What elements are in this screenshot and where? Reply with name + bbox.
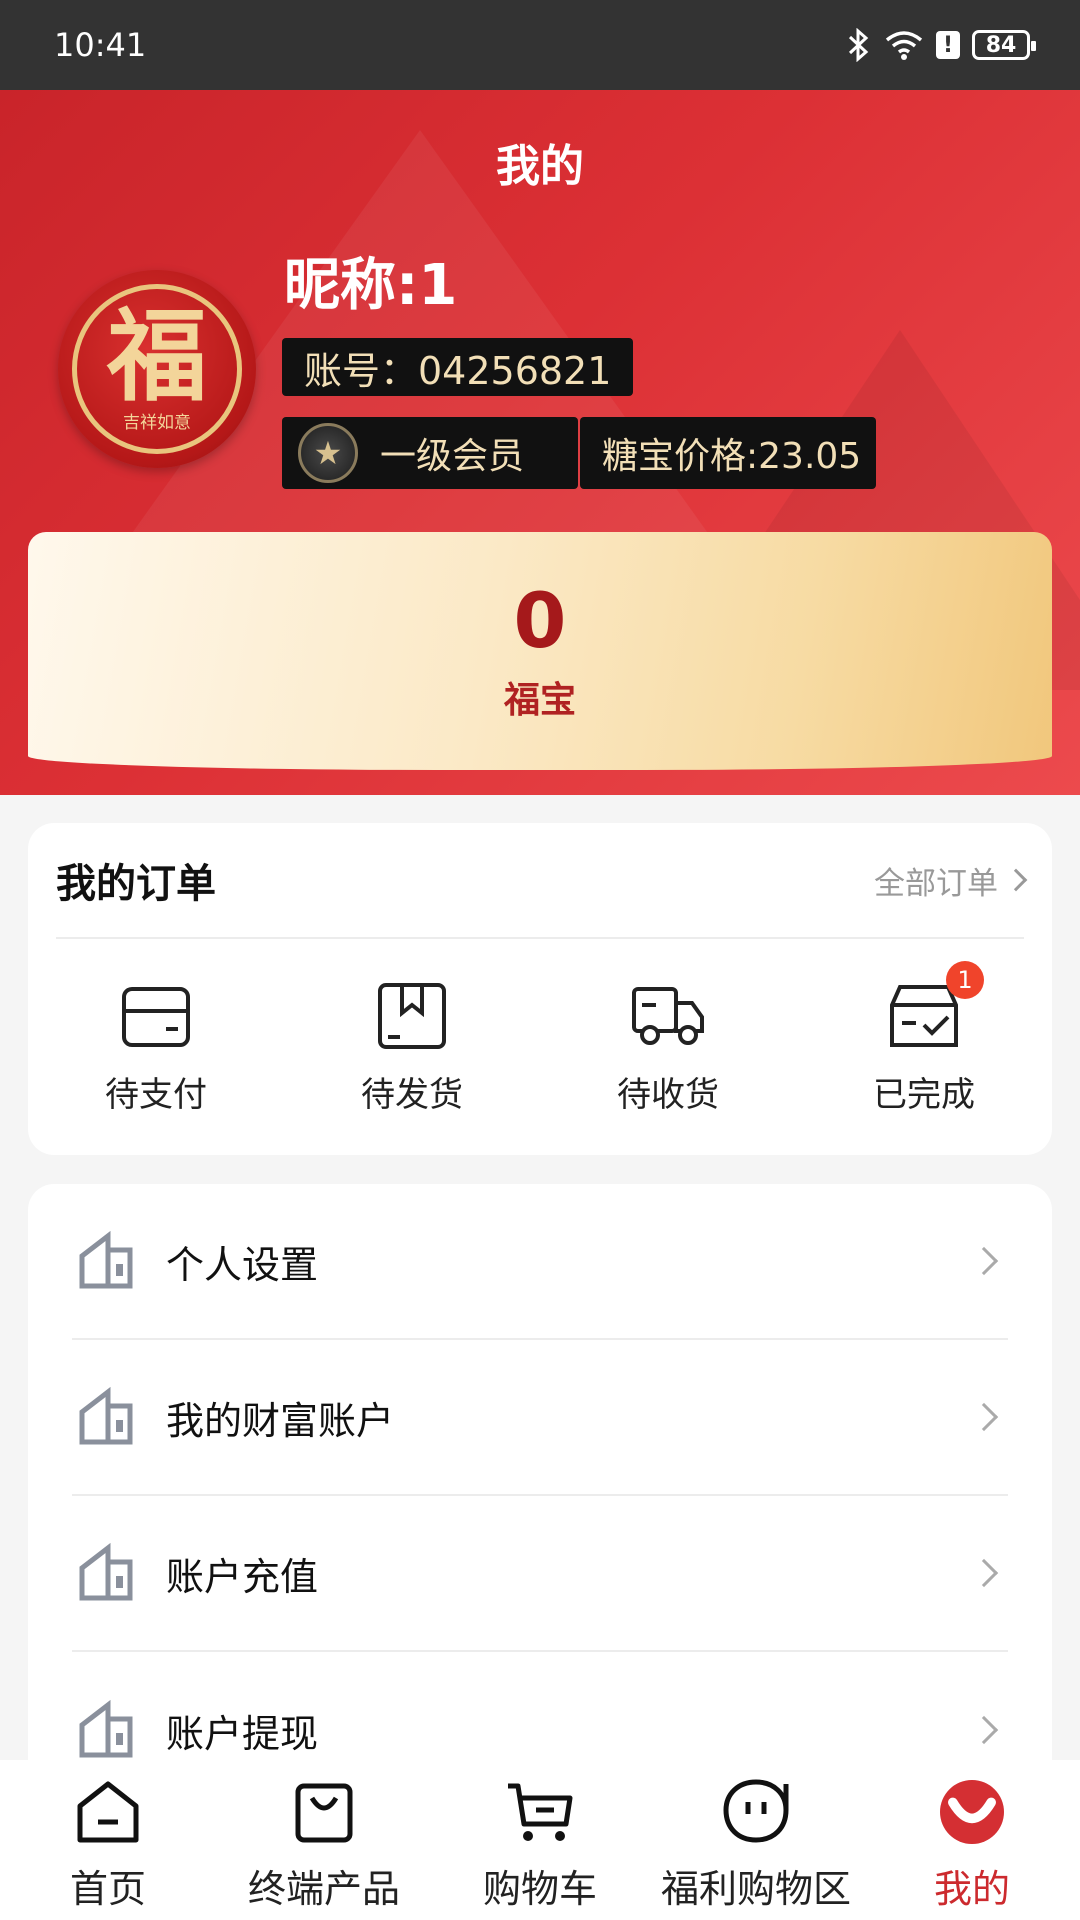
menu-item-label: 我的财富账户	[166, 1398, 395, 1443]
tab-label: 首页	[69, 1867, 146, 1911]
balance-value: 0	[513, 576, 567, 665]
battery-icon: 84	[972, 30, 1036, 60]
status-time: 10:41	[54, 26, 147, 64]
house-icon	[79, 1542, 133, 1601]
tab-label: 我的	[933, 1867, 1010, 1911]
member-level-label: 一级会员	[380, 436, 525, 477]
order-pending-payment[interactable]: 待支付	[28, 977, 284, 1116]
me-icon	[940, 1780, 1004, 1844]
order-pending-receipt[interactable]: 待收货	[540, 977, 796, 1116]
balance-card[interactable]: 0 福宝	[28, 532, 1052, 770]
menu-wealth-account[interactable]: 我的财富账户	[72, 1340, 1008, 1496]
wifi-icon	[885, 31, 923, 60]
bottom-tab-bar: 首页 终端产品 购物车 福利购物区 我的	[0, 1760, 1080, 1920]
cart-icon	[508, 1783, 573, 1841]
member-level-badge: ★ 一级会员	[282, 417, 578, 489]
chevron-right-icon	[969, 1402, 999, 1432]
orders-title: 我的订单	[56, 861, 216, 907]
face-icon	[723, 1779, 789, 1843]
chevron-right-icon	[1004, 868, 1028, 892]
tab-label: 购物车	[482, 1867, 597, 1911]
menu-personal-settings[interactable]: 个人设置	[72, 1184, 1008, 1340]
tab-home[interactable]: 首页	[0, 1760, 216, 1913]
all-orders-label: 全部订单	[874, 865, 998, 902]
star-medal-icon: ★	[298, 423, 358, 483]
bluetooth-icon	[848, 28, 869, 62]
order-status-list: 待支付 待发货 待收货 已完成 1	[28, 939, 1052, 1153]
tab-welfare-shopping[interactable]: 福利购物区	[648, 1760, 864, 1913]
chevron-right-icon	[969, 1246, 999, 1276]
order-item-label: 待收货	[617, 1074, 719, 1115]
profile-header: 我的 福 吉祥如意 昵称:1 账号：04256821 ★ 一级会员 糖宝价格:2…	[0, 90, 1080, 795]
tab-label: 福利购物区	[660, 1867, 851, 1911]
member-row: ★ 一级会员 糖宝价格:23.05	[282, 417, 876, 489]
page-title: 我的	[496, 141, 584, 192]
balance-label: 福宝	[503, 680, 576, 721]
orders-card: 我的订单 全部订单 待支付 待发货 待收货 已完成 1	[28, 823, 1052, 1155]
notification-badge: 1	[946, 960, 984, 999]
order-item-label: 已完成	[873, 1074, 975, 1115]
house-icon	[79, 1230, 133, 1289]
orders-header: 我的订单 全部订单	[56, 823, 1028, 939]
tab-label: 终端产品	[247, 1867, 400, 1911]
status-bar: 10:41 ! 84	[0, 0, 1080, 90]
nickname: 昵称:1	[284, 253, 458, 318]
shopping-bag-icon	[295, 1783, 353, 1843]
tab-terminal-products[interactable]: 终端产品	[216, 1760, 432, 1913]
home-icon	[77, 1781, 139, 1843]
status-icons: ! 84	[846, 28, 1036, 62]
price-label: 糖宝价格:23.05	[602, 436, 862, 477]
order-pending-shipment[interactable]: 待发货	[284, 977, 540, 1116]
menu-card: 个人设置 我的财富账户 账户充值 账户提现	[28, 1184, 1052, 1804]
menu-account-recharge[interactable]: 账户充值	[72, 1496, 1008, 1652]
all-orders-link[interactable]: 全部订单	[874, 858, 1028, 903]
order-item-label: 待发货	[361, 1074, 463, 1115]
chevron-right-icon	[969, 1715, 999, 1745]
tab-cart[interactable]: 购物车	[432, 1760, 648, 1913]
wallet-icon	[122, 986, 190, 1047]
order-completed[interactable]: 已完成 1	[796, 960, 1052, 1116]
price-tag: 糖宝价格:23.05	[580, 417, 876, 489]
order-item-label: 待支付	[105, 1074, 207, 1115]
menu-item-label: 个人设置	[166, 1242, 319, 1287]
tab-me[interactable]: 我的	[864, 1760, 1080, 1913]
menu-item-label: 账户提现	[166, 1711, 319, 1756]
house-icon	[79, 1699, 133, 1758]
chevron-right-icon	[969, 1558, 999, 1588]
truck-icon	[632, 986, 704, 1045]
avatar[interactable]: 福 吉祥如意	[58, 270, 256, 468]
package-icon	[378, 982, 446, 1049]
menu-item-label: 账户充值	[166, 1554, 319, 1599]
house-icon	[79, 1386, 133, 1445]
account-number: 账号：04256821	[282, 338, 634, 396]
alert-icon: !	[936, 31, 960, 59]
